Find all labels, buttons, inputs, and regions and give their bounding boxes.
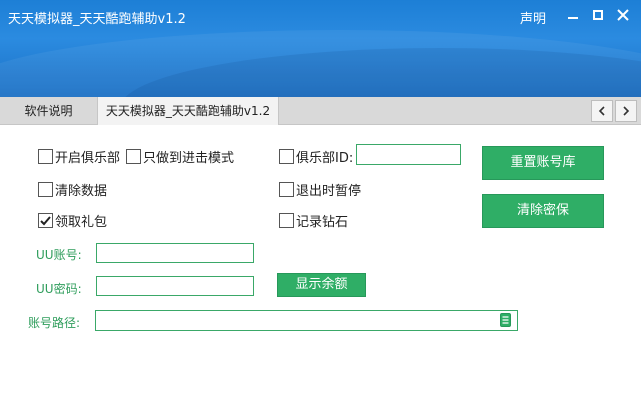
club-id-checkbox[interactable]: 俱乐部ID: — [279, 147, 353, 166]
window-title: 天天模拟器_天天酷跑辅助v1.2 — [8, 12, 186, 27]
gift-label: 领取礼包 — [55, 215, 108, 230]
reset-account-db-button[interactable]: 重置账号库 — [482, 146, 604, 180]
chevron-left-icon[interactable] — [591, 100, 613, 122]
clear-data-label: 清除数据 — [55, 184, 108, 199]
show-balance-button[interactable]: 显示余额 — [277, 273, 366, 297]
exit-pause-label: 退出时暂停 — [296, 184, 362, 199]
checkbox-box — [279, 182, 294, 197]
open-club-checkbox[interactable]: 开启俱乐部 — [38, 147, 120, 166]
minimize-icon[interactable] — [564, 6, 582, 24]
file-browse-icon[interactable] — [500, 313, 511, 327]
uu-account-label: UU账号: — [36, 248, 82, 262]
uu-password-input[interactable] — [96, 276, 254, 296]
record-diamond-label: 记录钻石 — [296, 215, 349, 230]
title-bar: 天天模拟器_天天酷跑辅助v1.2 声明 — [0, 0, 641, 97]
clear-security-button[interactable]: 清除密保 — [482, 194, 604, 228]
only-advance-mode-label: 只做到进击模式 — [143, 151, 235, 166]
account-path-label: 账号路径: — [28, 316, 81, 330]
uu-account-input[interactable] — [96, 243, 254, 263]
checkbox-box — [126, 149, 141, 164]
checkbox-box — [279, 149, 294, 164]
uu-password-label: UU密码: — [36, 282, 82, 296]
club-id-label: 俱乐部ID: — [296, 151, 354, 166]
open-club-label: 开启俱乐部 — [55, 151, 121, 166]
account-path-input[interactable] — [95, 310, 518, 331]
maximize-icon[interactable] — [589, 6, 607, 24]
exit-pause-checkbox[interactable]: 退出时暂停 — [279, 180, 361, 199]
record-diamond-checkbox[interactable]: 记录钻石 — [279, 211, 348, 230]
checkmark-icon — [40, 216, 51, 226]
checkbox-box — [279, 213, 294, 228]
tab-software-help[interactable]: 软件说明 — [0, 97, 97, 125]
close-icon[interactable] — [614, 6, 632, 24]
only-advance-mode-checkbox[interactable]: 只做到进击模式 — [126, 147, 234, 166]
chevron-right-icon[interactable] — [615, 100, 637, 122]
gift-checkbox[interactable]: 领取礼包 — [38, 211, 107, 230]
clear-data-checkbox[interactable]: 清除数据 — [38, 180, 107, 199]
checkbox-box — [38, 213, 53, 228]
club-id-input[interactable] — [356, 144, 461, 165]
checkbox-box — [38, 149, 53, 164]
checkbox-box — [38, 182, 53, 197]
tab-main-assistant[interactable]: 天天模拟器_天天酷跑辅助v1.2 — [97, 97, 279, 125]
tab-bar: 软件说明 天天模拟器_天天酷跑辅助v1.2 — [0, 97, 641, 125]
declare-link[interactable]: 声明 — [520, 8, 546, 27]
